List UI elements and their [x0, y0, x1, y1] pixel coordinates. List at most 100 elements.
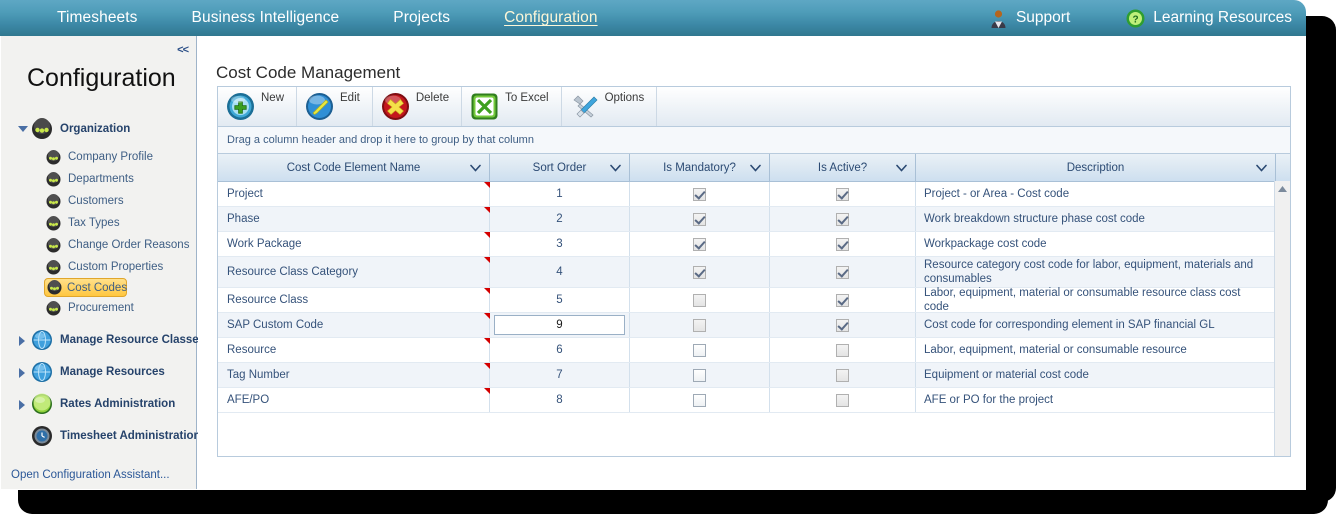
chevron-down-icon[interactable]	[17, 124, 28, 135]
table-row[interactable]: SAP Custom Code Cost code for correspondi…	[218, 313, 1290, 338]
cell-description[interactable]: Project - or Area - Cost code	[916, 182, 1276, 206]
table-row[interactable]: Resource Class Category 4 Resource categor…	[218, 257, 1290, 288]
is-active-checkbox[interactable]	[836, 187, 849, 201]
is-active-checkbox[interactable]	[836, 212, 849, 226]
is-mandatory-checkbox[interactable]	[693, 212, 706, 226]
cell-is-mandatory[interactable]	[630, 338, 770, 362]
cell-description[interactable]: Equipment or material cost code	[916, 363, 1276, 387]
sidebar-item-tax-types[interactable]: Tax Types	[1, 212, 197, 234]
sidebar-collapse-button[interactable]: <<	[177, 44, 189, 56]
is-mandatory-checkbox[interactable]	[693, 343, 706, 357]
cell-is-mandatory[interactable]	[630, 388, 770, 412]
cell-is-active[interactable]	[770, 288, 916, 312]
sidebar-item-company-profile[interactable]: Company Profile	[1, 146, 197, 168]
cell-description[interactable]: Labor, equipment, material or consumable…	[916, 287, 1276, 313]
column-header-is-mandatory-[interactable]: Is Mandatory?	[630, 154, 770, 181]
cell-is-active[interactable]	[770, 313, 916, 337]
cell-is-mandatory[interactable]	[630, 232, 770, 256]
cell-cost-code-element-name[interactable]: Work Package	[218, 232, 490, 256]
cell-is-active[interactable]	[770, 232, 916, 256]
cell-is-mandatory[interactable]	[630, 363, 770, 387]
sidebar-item-departments[interactable]: Departments	[1, 168, 197, 190]
is-active-checkbox[interactable]	[836, 293, 849, 307]
cell-description[interactable]: Cost code for corresponding element in S…	[916, 313, 1276, 337]
delete-button[interactable]: Delete	[373, 87, 463, 126]
sidebar-item-customers[interactable]: Customers	[1, 190, 197, 212]
sidebar-item-custom-properties[interactable]: Custom Properties	[1, 256, 197, 278]
is-active-checkbox[interactable]	[836, 265, 849, 279]
table-row[interactable]: Phase 2 Work breakdown structure phase cos…	[218, 207, 1290, 232]
cell-is-active[interactable]	[770, 182, 916, 206]
sidebar-item-procurement[interactable]: Procurement	[1, 297, 197, 319]
cell-cost-code-element-name[interactable]: AFE/PO	[218, 388, 490, 412]
nav-util-learning-resources[interactable]: ? Learning Resources	[1126, 9, 1292, 28]
cell-is-mandatory[interactable]	[630, 207, 770, 231]
sidebar-item-manage-resource-classes[interactable]: Manage Resource Classes	[1, 329, 205, 351]
cell-cost-code-element-name[interactable]: Resource	[218, 338, 490, 362]
is-mandatory-checkbox[interactable]	[693, 393, 706, 407]
nav-util-support[interactable]: Support	[989, 9, 1070, 28]
is-mandatory-checkbox[interactable]	[693, 368, 706, 382]
cell-is-mandatory[interactable]	[630, 288, 770, 312]
sidebar-item-rates-administration[interactable]: Rates Administration	[1, 393, 197, 415]
column-header-sort-order[interactable]: Sort Order	[490, 154, 630, 181]
chevron-down-icon[interactable]	[610, 164, 621, 171]
is-mandatory-checkbox[interactable]	[693, 187, 706, 201]
cell-sort-order[interactable]	[490, 313, 630, 337]
cell-is-active[interactable]	[770, 388, 916, 412]
is-mandatory-checkbox[interactable]	[693, 237, 706, 251]
cell-cost-code-element-name[interactable]: Phase	[218, 207, 490, 231]
column-header-cost-code-element-name[interactable]: Cost Code Element Name	[218, 154, 490, 181]
to-excel-button[interactable]: To Excel	[462, 87, 562, 126]
cell-description[interactable]: Workpackage cost code	[916, 232, 1276, 256]
nav-item-projects[interactable]: Projects	[366, 9, 477, 27]
table-row[interactable]: Tag Number 7 Equipment or material cost co…	[218, 363, 1290, 388]
cell-sort-order[interactable]: 5	[490, 288, 630, 312]
cell-sort-order[interactable]: 2	[490, 207, 630, 231]
nav-item-business-intelligence[interactable]: Business Intelligence	[165, 9, 367, 27]
table-row[interactable]: Resource Class 5 Labor, equipment, materia…	[218, 287, 1290, 313]
cell-is-mandatory[interactable]	[630, 313, 770, 337]
sidebar-item-change-order-reasons[interactable]: Change Order Reasons	[1, 234, 197, 256]
cell-sort-order[interactable]: 7	[490, 363, 630, 387]
cell-cost-code-element-name[interactable]: Resource Class	[218, 288, 490, 312]
grid-vertical-scrollbar[interactable]	[1274, 181, 1290, 456]
chevron-right-icon[interactable]	[17, 399, 28, 410]
cell-sort-order[interactable]: 4	[490, 257, 630, 287]
sidebar-item-cost-codes[interactable]: Cost Codes	[44, 278, 127, 297]
chevron-down-icon[interactable]	[750, 164, 761, 171]
cell-is-active[interactable]	[770, 363, 916, 387]
table-row[interactable]: Resource 6 Labor, equipment, material or c…	[218, 338, 1290, 363]
new-button[interactable]: New	[218, 87, 298, 126]
nav-item-configuration[interactable]: Configuration	[477, 9, 625, 27]
chevron-down-icon[interactable]	[470, 164, 481, 171]
cell-is-active[interactable]	[770, 207, 916, 231]
open-configuration-assistant-link[interactable]: Open Configuration Assistant...	[11, 469, 170, 481]
cell-sort-order[interactable]: 3	[490, 232, 630, 256]
is-active-checkbox[interactable]	[836, 393, 849, 407]
is-mandatory-checkbox[interactable]	[693, 318, 706, 332]
group-by-drop-panel[interactable]: Drag a column header and drop it here to…	[217, 127, 1291, 154]
options-button[interactable]: Options	[562, 87, 658, 126]
cell-is-active[interactable]	[770, 338, 916, 362]
cell-is-mandatory[interactable]	[630, 257, 770, 287]
table-row[interactable]: Project 1 Project - or Area - Cost code	[218, 182, 1290, 207]
column-header-is-active-[interactable]: Is Active?	[770, 154, 916, 181]
cell-cost-code-element-name[interactable]: Project	[218, 182, 490, 206]
chevron-down-icon[interactable]	[1256, 164, 1267, 171]
chevron-right-icon[interactable]	[17, 367, 28, 378]
cell-sort-order[interactable]: 1	[490, 182, 630, 206]
cell-description[interactable]: Resource category cost code for labor, e…	[916, 257, 1276, 287]
cell-is-mandatory[interactable]	[630, 182, 770, 206]
chevron-down-icon[interactable]	[896, 164, 907, 171]
sidebar-item-timesheet-administration[interactable]: Timesheet Administration	[1, 425, 201, 447]
is-active-checkbox[interactable]	[836, 237, 849, 251]
is-active-checkbox[interactable]	[836, 343, 849, 357]
scroll-up-arrow-icon[interactable]	[1275, 183, 1290, 195]
cell-description[interactable]: Labor, equipment, material or consumable…	[916, 338, 1276, 362]
is-mandatory-checkbox[interactable]	[693, 293, 706, 307]
column-header-description[interactable]: Description	[916, 154, 1276, 181]
cell-cost-code-element-name[interactable]: SAP Custom Code	[218, 313, 490, 337]
cell-sort-order[interactable]: 8	[490, 388, 630, 412]
is-mandatory-checkbox[interactable]	[693, 265, 706, 279]
